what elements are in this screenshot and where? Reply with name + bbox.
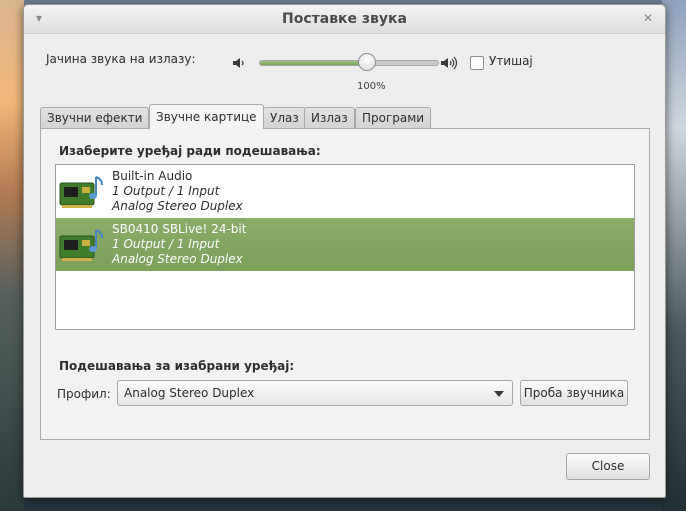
chevron-down-icon	[494, 391, 504, 397]
speaker-low-icon[interactable]	[230, 55, 250, 71]
tab-input[interactable]: Улаз	[263, 107, 306, 128]
speaker-high-icon[interactable]	[439, 55, 459, 71]
device-profile: Analog Stereo Duplex	[112, 199, 243, 213]
desktop-background-left	[0, 0, 24, 511]
sound-card-icon	[59, 229, 103, 261]
hardware-tab-panel: Изаберите уређај ради подешавања: Built-…	[40, 128, 650, 440]
device-list: Built-in Audio 1 Output / 1 Input Analog…	[55, 164, 635, 330]
mute-label[interactable]: Утишај	[489, 54, 533, 68]
window-title: Поставке звука	[282, 11, 407, 27]
close-button[interactable]: Close	[566, 453, 650, 480]
tab-output[interactable]: Излаз	[304, 107, 355, 128]
device-settings-heading: Подешавања за изабрани уређај:	[59, 359, 295, 373]
profile-label: Профил:	[57, 387, 111, 401]
mute-checkbox[interactable]	[470, 56, 484, 70]
sound-settings-window: ▾ Поставке звука ✕ Јачина звука на излаз…	[23, 4, 666, 498]
device-profile: Analog Stereo Duplex	[112, 252, 243, 266]
device-row-builtin[interactable]: Built-in Audio 1 Output / 1 Input Analog…	[56, 165, 634, 218]
profile-dropdown-value: Analog Stereo Duplex	[124, 386, 255, 400]
close-icon[interactable]: ✕	[641, 11, 655, 25]
profile-dropdown[interactable]: Analog Stereo Duplex	[117, 380, 513, 406]
device-select-heading: Изаберите уређај ради подешавања:	[59, 144, 321, 158]
tab-sound-effects[interactable]: Звучни ефекти	[40, 107, 150, 128]
volume-value: 100%	[357, 81, 386, 92]
device-name: Built-in Audio	[112, 169, 193, 183]
test-speakers-button[interactable]: Проба звучника	[520, 380, 628, 406]
volume-slider-handle[interactable]	[358, 53, 376, 71]
device-io: 1 Output / 1 Input	[112, 237, 220, 251]
device-io: 1 Output / 1 Input	[112, 184, 220, 198]
tab-applications[interactable]: Програми	[355, 107, 432, 128]
device-name: SB0410 SBLive! 24-bit	[112, 222, 247, 236]
title-bar[interactable]: ▾ Поставке звука ✕	[24, 5, 665, 34]
volume-slider-track[interactable]	[259, 60, 439, 66]
volume-slider-fill	[260, 61, 367, 65]
output-volume-label: Јачина звука на излазу:	[46, 52, 196, 66]
tab-hardware[interactable]: Звучне картице	[149, 104, 264, 129]
device-row-sblive[interactable]: SB0410 SBLive! 24-bit 1 Output / 1 Input…	[56, 218, 634, 271]
sound-card-icon	[59, 176, 103, 208]
